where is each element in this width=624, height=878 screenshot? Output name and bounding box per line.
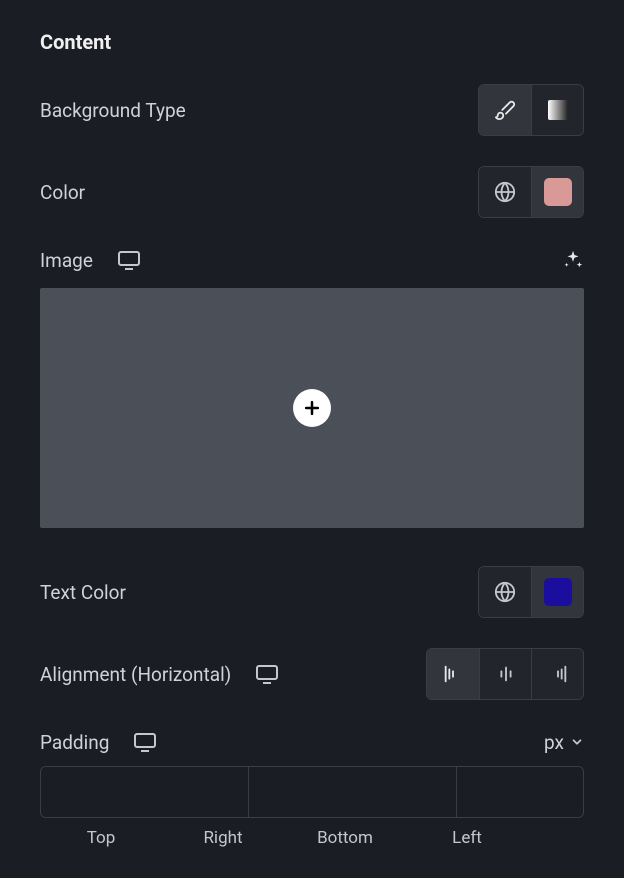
align-right-icon	[547, 663, 569, 685]
image-label: Image	[40, 248, 141, 272]
color-swatch-button[interactable]	[531, 167, 583, 217]
background-type-row: Background Type	[40, 84, 584, 136]
padding-bottom-input[interactable]	[457, 767, 584, 817]
image-row: Image	[40, 248, 584, 272]
image-label-text: Image	[40, 249, 93, 272]
align-left-icon	[442, 663, 464, 685]
color-row: Color	[40, 166, 584, 218]
plus-icon	[302, 398, 322, 418]
color-global-button[interactable]	[479, 167, 531, 217]
padding-right-label: Right	[162, 828, 284, 848]
text-color-swatch	[544, 578, 572, 606]
brush-icon	[494, 99, 516, 121]
alignment-left[interactable]	[427, 649, 479, 699]
chevron-down-icon	[570, 735, 584, 749]
alignment-center[interactable]	[479, 649, 531, 699]
alignment-row: Alignment (Horizontal)	[40, 648, 584, 700]
color-swatch	[544, 178, 572, 206]
background-type-classic[interactable]	[479, 85, 531, 135]
padding-inputs	[40, 766, 584, 818]
spacer	[528, 828, 584, 848]
globe-icon	[494, 581, 516, 603]
padding-row: Padding px	[40, 730, 584, 754]
background-type-gradient[interactable]	[531, 85, 583, 135]
padding-label: Padding	[40, 730, 157, 754]
color-label: Color	[40, 181, 85, 204]
globe-icon	[494, 181, 516, 203]
padding-top-label: Top	[40, 828, 162, 848]
background-type-label: Background Type	[40, 99, 186, 122]
alignment-label-text: Alignment (Horizontal)	[40, 663, 231, 686]
alignment-toggle	[426, 648, 584, 700]
text-color-control	[478, 566, 584, 618]
padding-top-input[interactable]	[41, 767, 249, 817]
text-color-global-button[interactable]	[479, 567, 531, 617]
alignment-right[interactable]	[531, 649, 583, 699]
section-title: Content	[40, 30, 584, 54]
text-color-row: Text Color	[40, 566, 584, 618]
padding-label-text: Padding	[40, 731, 109, 754]
padding-unit-text: px	[544, 731, 564, 754]
color-control	[478, 166, 584, 218]
padding-sublabels: Top Right Bottom Left	[40, 828, 584, 848]
text-color-label: Text Color	[40, 581, 126, 604]
padding-right-input[interactable]	[249, 767, 457, 817]
desktop-icon[interactable]	[255, 662, 279, 686]
text-color-swatch-button[interactable]	[531, 567, 583, 617]
padding-left-label: Left	[406, 828, 528, 848]
image-upload-area[interactable]	[40, 288, 584, 528]
padding-bottom-label: Bottom	[284, 828, 406, 848]
gradient-icon	[546, 98, 570, 122]
padding-unit-select[interactable]: px	[544, 731, 584, 754]
align-center-icon	[495, 663, 517, 685]
desktop-icon[interactable]	[133, 730, 157, 754]
background-type-toggle	[478, 84, 584, 136]
alignment-label: Alignment (Horizontal)	[40, 662, 279, 686]
desktop-icon[interactable]	[117, 248, 141, 272]
add-image-button[interactable]	[293, 389, 331, 427]
ai-sparkle-icon[interactable]	[562, 249, 584, 271]
